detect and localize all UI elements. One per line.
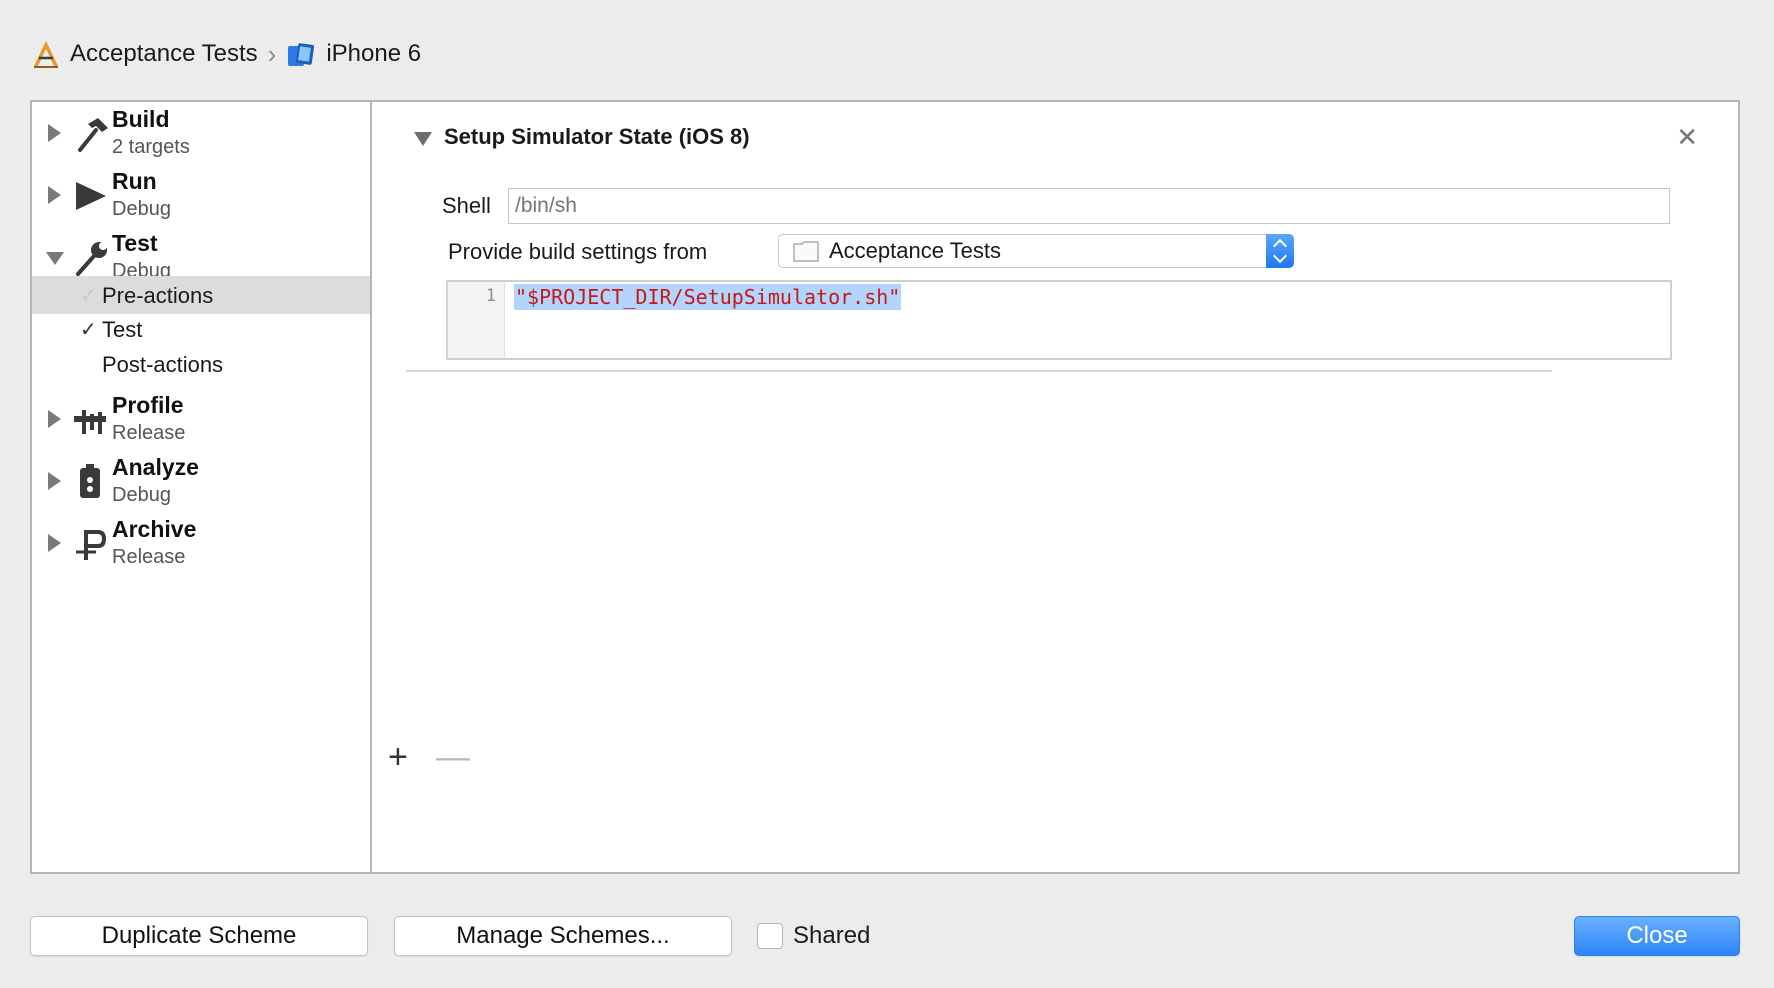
checkmark-icon: ✓ bbox=[80, 319, 97, 341]
sidebar-subitem-label: Pre-actions bbox=[102, 283, 214, 308]
manage-schemes-button[interactable]: Manage Schemes... bbox=[394, 916, 732, 956]
sidebar-item-title: Profile bbox=[112, 392, 184, 418]
provide-build-settings-label: Provide build settings from bbox=[448, 239, 708, 264]
sidebar-item-title: Analyze bbox=[112, 454, 199, 480]
sidebar-item-subtitle: 2 targets bbox=[112, 136, 190, 158]
disclosure-triangle-icon[interactable] bbox=[48, 410, 61, 428]
sidebar-subitem-post-actions[interactable]: Post-actions bbox=[32, 345, 370, 383]
breadcrumb-project-label: Acceptance Tests bbox=[70, 40, 258, 67]
sidebar-item-analyze[interactable]: Analyze Debug bbox=[32, 450, 370, 516]
disclosure-triangle-icon[interactable] bbox=[48, 472, 61, 490]
remove-action-button[interactable]: — bbox=[436, 738, 470, 777]
breadcrumb-project[interactable]: Acceptance Tests bbox=[30, 38, 258, 70]
sidebar-item-subtitle: Debug bbox=[112, 198, 171, 220]
archive-icon bbox=[76, 530, 107, 560]
action-title: Setup Simulator State (iOS 8) bbox=[444, 124, 750, 149]
shared-label: Shared bbox=[793, 922, 871, 949]
pre-actions-panel: Setup Simulator State (iOS 8) ✕ Shell Pr… bbox=[372, 102, 1738, 872]
shell-label: Shell bbox=[442, 193, 491, 218]
disclosure-triangle-icon[interactable] bbox=[48, 124, 61, 142]
instruments-icon bbox=[74, 410, 106, 434]
disclosure-triangle-icon[interactable] bbox=[48, 186, 61, 204]
sidebar-item-profile[interactable]: Profile Release bbox=[32, 388, 370, 454]
breadcrumb-device-label: iPhone 6 bbox=[326, 40, 422, 67]
line-number: 1 bbox=[485, 286, 496, 306]
disclosure-triangle-icon[interactable] bbox=[48, 534, 61, 552]
sidebar-subitem-label: Test bbox=[102, 317, 143, 342]
scheme-editor: Build 2 targets Run Debug Test Debug ✓ P… bbox=[30, 100, 1740, 874]
disclosure-triangle-open-icon[interactable] bbox=[46, 252, 64, 265]
shared-checkbox[interactable] bbox=[757, 923, 783, 949]
sidebar-item-subtitle: Debug bbox=[112, 484, 171, 506]
simulator-device-icon bbox=[288, 43, 315, 66]
chevron-updown-icon[interactable] bbox=[1266, 234, 1294, 268]
shell-input[interactable] bbox=[508, 188, 1670, 224]
sidebar-item-subtitle: Release bbox=[112, 546, 186, 568]
disclosure-triangle-open-icon[interactable] bbox=[414, 132, 432, 146]
build-settings-value: Acceptance Tests bbox=[829, 238, 1002, 263]
xcode-app-icon bbox=[34, 41, 58, 68]
scheme-actions-sidebar: Build 2 targets Run Debug Test Debug ✓ P… bbox=[32, 102, 372, 872]
sidebar-item-archive[interactable]: Archive Release bbox=[32, 512, 370, 578]
hammer-icon bbox=[78, 118, 108, 152]
sidebar-item-title: Run bbox=[112, 168, 157, 194]
chevron-right-icon: › bbox=[267, 38, 277, 69]
script-text[interactable]: "$PROJECT_DIR/SetupSimulator.sh" bbox=[514, 284, 902, 310]
shared-checkbox-row[interactable]: Shared bbox=[757, 922, 870, 950]
breadcrumb-device[interactable]: iPhone 6 bbox=[286, 40, 421, 68]
sidebar-item-subtitle: Release bbox=[112, 422, 186, 444]
analyze-icon bbox=[80, 464, 100, 498]
build-settings-select[interactable]: Acceptance Tests bbox=[778, 234, 1294, 268]
sidebar-item-title: Archive bbox=[112, 516, 197, 542]
sidebar-subitem-pre-actions[interactable]: ✓ Pre-actions bbox=[32, 276, 370, 314]
close-icon[interactable]: ✕ bbox=[1676, 122, 1698, 153]
breadcrumb: Acceptance Tests › iPhone 6 bbox=[30, 34, 421, 74]
add-action-button[interactable]: + bbox=[388, 738, 408, 777]
sidebar-item-run[interactable]: Run Debug bbox=[32, 164, 370, 230]
sidebar-subitem-label: Post-actions bbox=[102, 352, 224, 377]
play-icon bbox=[76, 182, 106, 210]
section-divider bbox=[406, 370, 1552, 372]
close-button[interactable]: Close bbox=[1574, 916, 1740, 956]
script-editor[interactable]: 1 "$PROJECT_DIR/SetupSimulator.sh" bbox=[446, 280, 1672, 360]
sidebar-item-title: Test bbox=[112, 230, 158, 256]
sidebar-item-build[interactable]: Build 2 targets bbox=[32, 102, 370, 168]
sidebar-item-title: Build bbox=[112, 106, 170, 132]
duplicate-scheme-button[interactable]: Duplicate Scheme bbox=[30, 916, 368, 956]
line-gutter: 1 bbox=[448, 282, 505, 358]
checkmark-icon: ✓ bbox=[80, 285, 97, 307]
wrench-icon bbox=[76, 242, 107, 276]
target-icon bbox=[793, 241, 819, 262]
sidebar-subitem-test[interactable]: ✓ Test bbox=[32, 310, 370, 348]
